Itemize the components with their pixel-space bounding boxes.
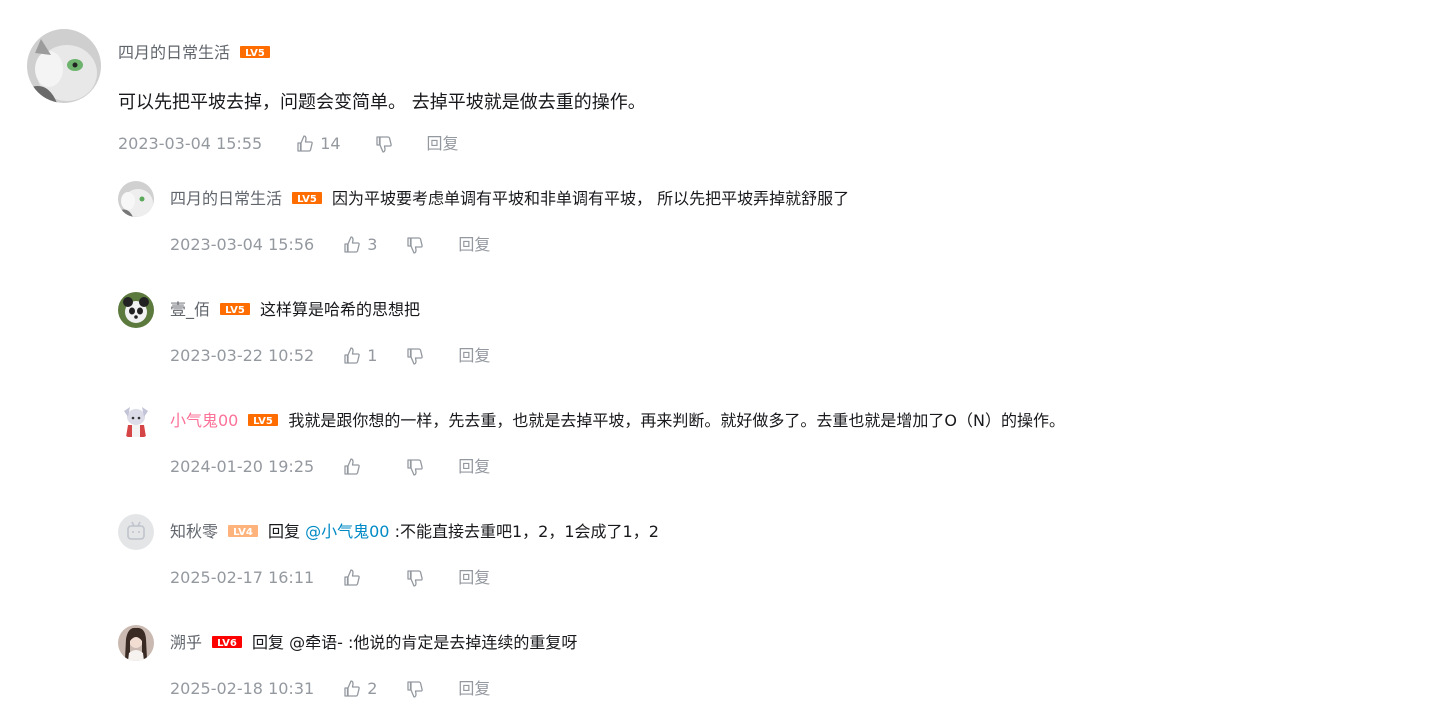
reply-line: 知秋零 LV4 回复 @小气鬼00 :不能直接去重吧1，2，1会成了1，2 <box>170 521 659 543</box>
reply-meta: 2023-03-22 10:52 1 回复 <box>170 346 490 366</box>
svg-text:LV6: LV6 <box>217 638 237 648</box>
mention-link[interactable]: @小气鬼00 <box>305 522 389 541</box>
reply-button[interactable]: 回复 <box>427 134 459 154</box>
username[interactable]: 壹_佰 <box>170 300 210 319</box>
thumbs-up-icon <box>342 235 362 255</box>
thumbs-down-icon <box>374 134 394 154</box>
comment-time: 2024-01-20 19:25 <box>170 457 315 476</box>
level-badge-icon: LV6 <box>212 635 243 648</box>
comment-time: 2025-02-18 10:31 <box>170 679 315 698</box>
like-button[interactable]: 1 <box>342 346 377 366</box>
reply-meta: 2024-01-20 19:25 回复 <box>170 457 490 477</box>
dislike-button[interactable] <box>405 679 425 699</box>
reply-content: 不能直接去重吧1，2，1会成了1，2 <box>399 522 659 541</box>
thumbs-up-icon <box>342 457 362 477</box>
avatar[interactable] <box>118 292 154 328</box>
reply-button[interactable]: 回复 <box>458 346 490 366</box>
reply-prefix: 回复 <box>268 522 301 541</box>
thumbs-down-icon <box>405 457 425 477</box>
comment-time: 2023-03-04 15:55 <box>118 134 263 153</box>
reply-meta: 2025-02-17 16:11 回复 <box>170 568 490 588</box>
svg-text:LV5: LV5 <box>225 305 245 315</box>
reply-line: 四月的日常生活 LV5 因为平坡要考虑单调有平坡和非单调有平坡， 所以先把平坡弄掉就… <box>170 188 849 210</box>
reply-button[interactable]: 回复 <box>458 457 490 477</box>
dislike-button[interactable] <box>405 568 425 588</box>
comment-time: 2025-02-17 16:11 <box>170 568 315 587</box>
svg-text:LV5: LV5 <box>297 194 317 204</box>
reply-line: 小气鬼00 LV5 我就是跟你想的一样，先去重，也就是去掉平坡，再来判断。就好做多了… <box>170 410 1065 432</box>
like-button[interactable]: 14 <box>295 134 341 154</box>
avatar[interactable] <box>118 403 154 439</box>
thumbs-up-icon <box>342 679 362 699</box>
reply-line: 壹_佰 LV5 这样算是哈希的思想把 <box>170 299 420 321</box>
level-badge-icon: LV4 <box>228 524 259 537</box>
svg-text:LV5: LV5 <box>245 48 265 58</box>
dislike-button[interactable] <box>405 346 425 366</box>
svg-text:LV5: LV5 <box>254 416 274 426</box>
username[interactable]: 溯乎 <box>170 633 202 652</box>
reply-content: 这样算是哈希的思想把 <box>260 300 421 319</box>
avatar[interactable] <box>27 29 101 103</box>
like-button[interactable]: 2 <box>342 679 377 699</box>
like-button[interactable]: 3 <box>342 235 377 255</box>
thumbs-down-icon <box>405 346 425 366</box>
root-comment-content: 可以先把平坡去掉，问题会变简单。 去掉平坡就是做去重的操作。 <box>118 92 646 113</box>
level-badge-icon: LV5 <box>248 413 279 426</box>
thumbs-up-icon <box>342 568 362 588</box>
comment-thread: 四月的日常生活 LV5 可以先把平坡去掉，问题会变简单。 去掉平坡就是做去重的操作… <box>0 0 1454 721</box>
level-badge-icon: LV5 <box>292 191 323 204</box>
like-button[interactable] <box>342 457 362 477</box>
reply-meta: 2025-02-18 10:31 2 回复 <box>170 679 490 699</box>
thumbs-down-icon <box>405 568 425 588</box>
reply-content: 他说的肯定是去掉连续的重复呀 <box>353 633 578 652</box>
thumbs-down-icon <box>405 235 425 255</box>
thumbs-up-icon <box>342 346 362 366</box>
like-count: 2 <box>367 679 378 698</box>
like-count: 14 <box>320 134 341 153</box>
username[interactable]: 小气鬼00 <box>170 411 238 430</box>
reply-meta: 2023-03-04 15:56 3 回复 <box>170 235 490 255</box>
avatar[interactable] <box>118 625 154 661</box>
comment-time: 2023-03-22 10:52 <box>170 346 315 365</box>
reply-prefix: 回复 <box>252 633 285 652</box>
like-button[interactable] <box>342 568 362 588</box>
username[interactable]: 四月的日常生活 <box>118 43 230 62</box>
reply-content: 我就是跟你想的一样，先去重，也就是去掉平坡，再来判断。就好做多了。去重也就是增加… <box>288 411 1065 430</box>
dislike-button[interactable] <box>374 134 394 154</box>
level-badge-icon: LV5 <box>240 45 271 58</box>
comment-time: 2023-03-04 15:56 <box>170 235 315 254</box>
reply-line: 溯乎 LV6 回复 @牵语- :他说的肯定是去掉连续的重复呀 <box>170 632 577 654</box>
level-badge-icon: LV5 <box>220 302 251 315</box>
like-count: 3 <box>367 235 378 254</box>
reply-content: 因为平坡要考虑单调有平坡和非单调有平坡， 所以先把平坡弄掉就舒服了 <box>332 189 850 208</box>
root-comment-meta: 2023-03-04 15:55 14 回复 <box>118 134 459 154</box>
root-username[interactable]: 四月的日常生活 LV5 <box>118 43 280 63</box>
username[interactable]: 知秋零 <box>170 522 218 541</box>
thumbs-down-icon <box>405 679 425 699</box>
reply-button[interactable]: 回复 <box>458 568 490 588</box>
avatar[interactable] <box>118 181 154 217</box>
avatar[interactable] <box>118 514 154 550</box>
dislike-button[interactable] <box>405 235 425 255</box>
reply-button[interactable]: 回复 <box>458 235 490 255</box>
svg-text:LV4: LV4 <box>233 527 253 537</box>
thumbs-up-icon <box>295 134 315 154</box>
mention-text[interactable]: @牵语- <box>289 633 343 652</box>
reply-button[interactable]: 回复 <box>458 679 490 699</box>
like-count: 1 <box>367 346 378 365</box>
username[interactable]: 四月的日常生活 <box>170 189 282 208</box>
dislike-button[interactable] <box>405 457 425 477</box>
